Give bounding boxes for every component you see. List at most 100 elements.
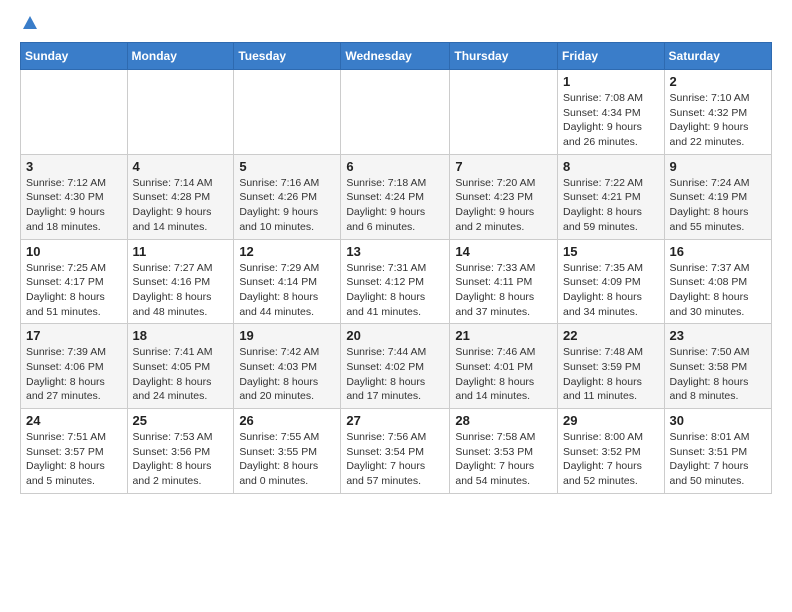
calendar-cell	[450, 70, 558, 155]
calendar-week-5: 24 Sunrise: 7:51 AM Sunset: 3:57 PM Dayli…	[21, 409, 772, 494]
day-number: 5	[239, 159, 335, 174]
calendar-cell: 9 Sunrise: 7:24 AM Sunset: 4:19 PM Daylig…	[664, 154, 771, 239]
calendar-cell: 13 Sunrise: 7:31 AM Sunset: 4:12 PM Dayli…	[341, 239, 450, 324]
calendar-body: 1Sunrise: 7:08 AM Sunset: 4:34 PM Daylig…	[21, 70, 772, 494]
day-info: Sunrise: 7:24 AM Sunset: 4:19 PM Dayligh…	[670, 176, 766, 235]
calendar-cell: 4 Sunrise: 7:14 AM Sunset: 4:28 PM Daylig…	[127, 154, 234, 239]
logo	[20, 16, 38, 32]
day-info: Sunrise: 7:46 AM Sunset: 4:01 PM Dayligh…	[455, 345, 552, 404]
day-info: Sunrise: 7:44 AM Sunset: 4:02 PM Dayligh…	[346, 345, 444, 404]
day-info: Sunrise: 7:33 AM Sunset: 4:11 PM Dayligh…	[455, 261, 552, 320]
day-info: Sunrise: 7:50 AM Sunset: 3:58 PM Dayligh…	[670, 345, 766, 404]
day-info: Sunrise: 7:51 AM Sunset: 3:57 PM Dayligh…	[26, 430, 122, 489]
day-number: 14	[455, 244, 552, 259]
day-number: 21	[455, 328, 552, 343]
logo-triangle-icon	[22, 15, 38, 31]
day-info: Sunrise: 7:18 AM Sunset: 4:24 PM Dayligh…	[346, 176, 444, 235]
calendar-cell: 24 Sunrise: 7:51 AM Sunset: 3:57 PM Dayli…	[21, 409, 128, 494]
day-number: 25	[133, 413, 229, 428]
day-info: Sunrise: 7:14 AM Sunset: 4:28 PM Dayligh…	[133, 176, 229, 235]
day-number: 15	[563, 244, 659, 259]
calendar-header: SundayMondayTuesdayWednesdayThursdayFrid…	[21, 43, 772, 70]
calendar-cell: 20 Sunrise: 7:44 AM Sunset: 4:02 PM Dayli…	[341, 324, 450, 409]
calendar-cell: 28 Sunrise: 7:58 AM Sunset: 3:53 PM Dayli…	[450, 409, 558, 494]
day-info: Sunrise: 7:12 AM Sunset: 4:30 PM Dayligh…	[26, 176, 122, 235]
calendar-cell: 29 Sunrise: 8:00 AM Sunset: 3:52 PM Dayli…	[558, 409, 665, 494]
calendar-cell: 18 Sunrise: 7:41 AM Sunset: 4:05 PM Dayli…	[127, 324, 234, 409]
calendar-cell	[127, 70, 234, 155]
day-number: 11	[133, 244, 229, 259]
calendar-week-3: 10 Sunrise: 7:25 AM Sunset: 4:17 PM Dayli…	[21, 239, 772, 324]
calendar-cell: 12 Sunrise: 7:29 AM Sunset: 4:14 PM Dayli…	[234, 239, 341, 324]
day-info: Sunrise: 7:48 AM Sunset: 3:59 PM Dayligh…	[563, 345, 659, 404]
calendar-cell	[341, 70, 450, 155]
day-info: Sunrise: 7:41 AM Sunset: 4:05 PM Dayligh…	[133, 345, 229, 404]
calendar-cell: 11Sunrise: 7:27 AM Sunset: 4:16 PM Dayli…	[127, 239, 234, 324]
day-number: 13	[346, 244, 444, 259]
day-info: Sunrise: 7:25 AM Sunset: 4:17 PM Dayligh…	[26, 261, 122, 320]
calendar-week-1: 1Sunrise: 7:08 AM Sunset: 4:34 PM Daylig…	[21, 70, 772, 155]
weekday-header-row: SundayMondayTuesdayWednesdayThursdayFrid…	[21, 43, 772, 70]
weekday-header-friday: Friday	[558, 43, 665, 70]
calendar-cell	[234, 70, 341, 155]
day-info: Sunrise: 7:29 AM Sunset: 4:14 PM Dayligh…	[239, 261, 335, 320]
day-number: 17	[26, 328, 122, 343]
day-number: 30	[670, 413, 766, 428]
weekday-header-thursday: Thursday	[450, 43, 558, 70]
day-number: 29	[563, 413, 659, 428]
calendar-cell: 1Sunrise: 7:08 AM Sunset: 4:34 PM Daylig…	[558, 70, 665, 155]
day-number: 19	[239, 328, 335, 343]
day-info: Sunrise: 8:00 AM Sunset: 3:52 PM Dayligh…	[563, 430, 659, 489]
day-number: 6	[346, 159, 444, 174]
day-info: Sunrise: 7:20 AM Sunset: 4:23 PM Dayligh…	[455, 176, 552, 235]
weekday-header-wednesday: Wednesday	[341, 43, 450, 70]
day-info: Sunrise: 7:31 AM Sunset: 4:12 PM Dayligh…	[346, 261, 444, 320]
weekday-header-saturday: Saturday	[664, 43, 771, 70]
day-number: 28	[455, 413, 552, 428]
day-number: 2	[670, 74, 766, 89]
day-number: 8	[563, 159, 659, 174]
day-number: 12	[239, 244, 335, 259]
page-header	[20, 16, 772, 32]
day-number: 4	[133, 159, 229, 174]
calendar-cell: 14 Sunrise: 7:33 AM Sunset: 4:11 PM Dayli…	[450, 239, 558, 324]
day-info: Sunrise: 7:55 AM Sunset: 3:55 PM Dayligh…	[239, 430, 335, 489]
day-number: 26	[239, 413, 335, 428]
calendar-cell: 15 Sunrise: 7:35 AM Sunset: 4:09 PM Dayli…	[558, 239, 665, 324]
day-number: 22	[563, 328, 659, 343]
day-info: Sunrise: 7:08 AM Sunset: 4:34 PM Dayligh…	[563, 91, 659, 150]
day-info: Sunrise: 7:58 AM Sunset: 3:53 PM Dayligh…	[455, 430, 552, 489]
day-info: Sunrise: 7:39 AM Sunset: 4:06 PM Dayligh…	[26, 345, 122, 404]
day-number: 24	[26, 413, 122, 428]
calendar-cell	[21, 70, 128, 155]
calendar-cell: 2Sunrise: 7:10 AM Sunset: 4:32 PM Daylig…	[664, 70, 771, 155]
calendar-cell: 22 Sunrise: 7:48 AM Sunset: 3:59 PM Dayli…	[558, 324, 665, 409]
calendar-week-2: 3 Sunrise: 7:12 AM Sunset: 4:30 PM Daylig…	[21, 154, 772, 239]
day-info: Sunrise: 7:56 AM Sunset: 3:54 PM Dayligh…	[346, 430, 444, 489]
weekday-header-tuesday: Tuesday	[234, 43, 341, 70]
day-number: 27	[346, 413, 444, 428]
calendar-cell: 17 Sunrise: 7:39 AM Sunset: 4:06 PM Dayli…	[21, 324, 128, 409]
day-info: Sunrise: 7:42 AM Sunset: 4:03 PM Dayligh…	[239, 345, 335, 404]
day-info: Sunrise: 7:22 AM Sunset: 4:21 PM Dayligh…	[563, 176, 659, 235]
day-info: Sunrise: 7:35 AM Sunset: 4:09 PM Dayligh…	[563, 261, 659, 320]
day-number: 18	[133, 328, 229, 343]
calendar-cell: 10 Sunrise: 7:25 AM Sunset: 4:17 PM Dayli…	[21, 239, 128, 324]
day-info: Sunrise: 8:01 AM Sunset: 3:51 PM Dayligh…	[670, 430, 766, 489]
day-info: Sunrise: 7:37 AM Sunset: 4:08 PM Dayligh…	[670, 261, 766, 320]
calendar-cell: 27 Sunrise: 7:56 AM Sunset: 3:54 PM Dayli…	[341, 409, 450, 494]
calendar-cell: 7Sunrise: 7:20 AM Sunset: 4:23 PM Daylig…	[450, 154, 558, 239]
day-number: 3	[26, 159, 122, 174]
calendar-cell: 3 Sunrise: 7:12 AM Sunset: 4:30 PM Daylig…	[21, 154, 128, 239]
calendar-cell: 16Sunrise: 7:37 AM Sunset: 4:08 PM Dayli…	[664, 239, 771, 324]
day-number: 20	[346, 328, 444, 343]
calendar-cell: 8 Sunrise: 7:22 AM Sunset: 4:21 PM Daylig…	[558, 154, 665, 239]
calendar-cell: 30 Sunrise: 8:01 AM Sunset: 3:51 PM Dayli…	[664, 409, 771, 494]
calendar-week-4: 17 Sunrise: 7:39 AM Sunset: 4:06 PM Dayli…	[21, 324, 772, 409]
calendar-cell: 5Sunrise: 7:16 AM Sunset: 4:26 PM Daylig…	[234, 154, 341, 239]
calendar-cell: 26 Sunrise: 7:55 AM Sunset: 3:55 PM Dayli…	[234, 409, 341, 494]
day-number: 9	[670, 159, 766, 174]
calendar-cell: 21 Sunrise: 7:46 AM Sunset: 4:01 PM Dayli…	[450, 324, 558, 409]
day-number: 10	[26, 244, 122, 259]
day-info: Sunrise: 7:53 AM Sunset: 3:56 PM Dayligh…	[133, 430, 229, 489]
